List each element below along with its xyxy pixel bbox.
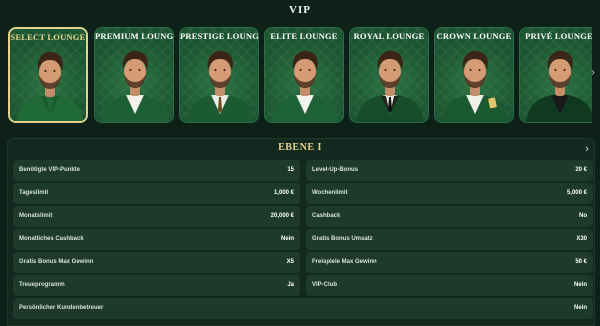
page-title: VIP — [289, 4, 311, 16]
benefit-value: X5 — [286, 259, 294, 265]
eye-shape — [44, 70, 47, 72]
lounge-card-label: PRESTIGE LOUNGE — [180, 31, 259, 41]
eye-shape — [53, 70, 56, 72]
lounge-avatar — [16, 51, 84, 121]
lounge-card-prive[interactable]: PRIVÉ LOUNGE — [519, 27, 592, 123]
benefit-row: Wochenlimit 5,000 € — [306, 183, 593, 204]
benefit-label: Freispiele Max Gewinn — [312, 259, 377, 265]
benefit-value: 15 — [287, 167, 294, 173]
benefit-row: Benötigte VIP-Punkte 15 — [13, 160, 300, 181]
benefit-row: Cashback No — [306, 206, 593, 227]
benefit-label: Benötigte VIP-Punkte — [19, 167, 81, 173]
eye-shape — [214, 69, 217, 71]
benefit-row: Gratis Bonus Umsatz X30 — [306, 229, 593, 250]
benefit-row: Level-Up-Bonus 20 € — [306, 160, 593, 181]
benefit-label: Level-Up-Bonus — [312, 167, 359, 173]
level-title: EBENE I — [278, 142, 322, 153]
lounge-card-label: ELITE LOUNGE — [270, 31, 338, 41]
lounge-card-label: PRIVÉ LOUNGE — [525, 31, 592, 41]
lounge-card-label: CROWN LOUNGE — [436, 31, 512, 41]
benefit-row: Persönlicher Kundenbetreuer Nein — [13, 298, 593, 319]
lounge-card-elite[interactable]: ELITE LOUNGE — [264, 27, 344, 123]
lounge-card-label: PREMIUM LOUNGE — [95, 31, 174, 41]
lounge-carousel: SELECT LOUNGE PREMIUM LOUNGE PRESTIGE LO… — [8, 27, 592, 123]
benefit-row: Monatliches Cashback Nein — [13, 229, 300, 250]
lounge-card-royal[interactable]: ROYAL LOUNGE — [349, 27, 429, 123]
benefit-value: 5,000 € — [566, 190, 587, 196]
benefit-label: Wochenlimit — [312, 190, 348, 196]
eye-shape — [393, 69, 396, 71]
benefit-row: VIP-Club Nein — [306, 275, 593, 296]
benefit-label: VIP-Club — [312, 282, 337, 288]
eye-shape — [469, 69, 472, 71]
eye-shape — [478, 69, 481, 71]
eye-shape — [308, 69, 311, 71]
lounge-avatar — [356, 50, 424, 122]
benefit-value: Nein — [573, 305, 587, 311]
chevron-right-icon[interactable]: › — [581, 142, 593, 156]
lounge-card-prestige[interactable]: PRESTIGE LOUNGE — [179, 27, 259, 123]
benefit-value: X30 — [576, 236, 587, 242]
benefit-label: Tageslimit — [19, 190, 49, 196]
benefit-row: Freispiele Max Gewinn 50 € — [306, 252, 593, 273]
eye-shape — [138, 69, 141, 71]
lounge-card-premium[interactable]: PREMIUM LOUNGE — [94, 27, 174, 123]
benefit-label: Gratis Bonus Umsatz — [312, 236, 373, 242]
benefit-row: Tageslimit 1,000 € — [13, 183, 300, 204]
benefit-label: Monatliches Cashback — [19, 236, 84, 242]
lounge-card-label: SELECT LOUNGE — [10, 32, 86, 42]
benefit-value: Ja — [287, 282, 294, 288]
lounge-card-label: ROYAL LOUNGE — [353, 31, 425, 41]
eye-shape — [384, 69, 387, 71]
lounge-card-crown[interactable]: CROWN LOUNGE — [434, 27, 514, 123]
benefit-label: Monatslimit — [19, 213, 53, 219]
benefit-value: Nein — [280, 236, 294, 242]
eye-shape — [129, 69, 132, 71]
benefit-row: Treueprogramm Ja — [13, 275, 300, 296]
benefit-row: Monatslimit 20,000 € — [13, 206, 300, 227]
lounge-avatar — [186, 50, 254, 122]
lounge-avatar — [441, 50, 509, 122]
lounge-card-select[interactable]: SELECT LOUNGE — [8, 27, 88, 123]
eye-shape — [563, 69, 566, 71]
benefit-value: Nein — [573, 282, 587, 288]
lounge-avatar — [526, 50, 592, 122]
eye-shape — [223, 69, 226, 71]
benefit-label: Cashback — [312, 213, 341, 219]
lounge-avatar — [271, 50, 339, 122]
benefit-label: Treueprogramm — [19, 282, 65, 288]
benefit-row: Gratis Bonus Max Gewinn X5 — [13, 252, 300, 273]
benefit-value: No — [579, 213, 587, 219]
lounge-avatar — [101, 50, 169, 122]
eye-shape — [299, 69, 302, 71]
benefit-value: 50 € — [575, 259, 587, 265]
eye-shape — [554, 69, 557, 71]
benefit-value: 20,000 € — [270, 213, 294, 219]
benefit-label: Gratis Bonus Max Gewinn — [19, 259, 94, 265]
benefit-value: 20 € — [575, 167, 587, 173]
benefit-value: 1,000 € — [273, 190, 294, 196]
benefit-label: Persönlicher Kundenbetreuer — [19, 305, 104, 311]
